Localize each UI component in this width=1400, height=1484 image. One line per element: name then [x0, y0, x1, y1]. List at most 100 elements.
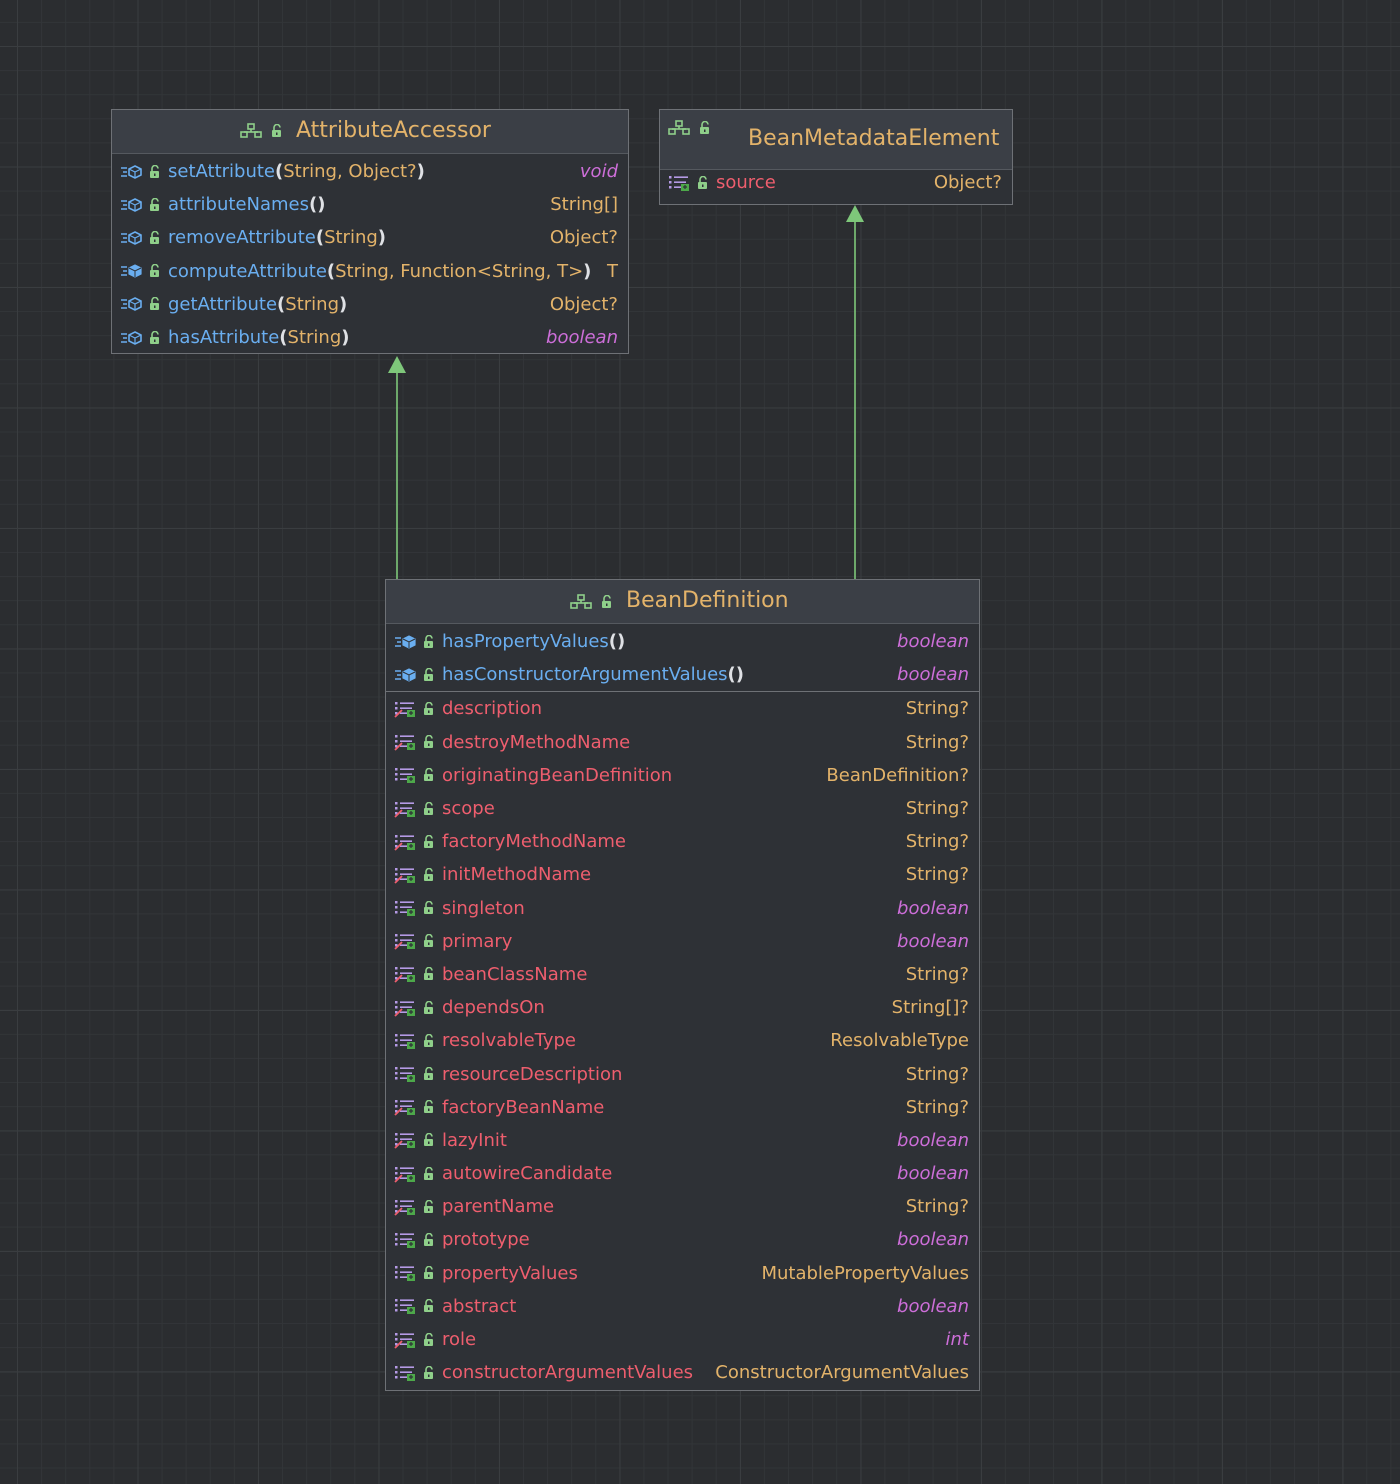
field-name: autowireCandidate — [442, 1163, 613, 1185]
field-name: destroyMethodName — [442, 731, 631, 753]
public-lock-icon — [149, 330, 161, 345]
paren-close: ) — [583, 260, 592, 282]
readonly-property-icon — [394, 1032, 418, 1050]
field-name: parentName — [442, 1196, 555, 1218]
property-icon — [394, 999, 418, 1017]
field-name: propertyValues — [442, 1262, 578, 1284]
public-lock-icon — [423, 1232, 435, 1247]
node-title: AttributeAccessor — [296, 118, 491, 143]
field-type: boolean — [897, 1163, 969, 1185]
field-type: boolean — [897, 1129, 969, 1151]
abstract-method-icon — [120, 230, 144, 246]
edge-beandefinition-to-attributeaccessor — [388, 356, 406, 579]
field-name: factoryMethodName — [442, 831, 626, 853]
field-name: dependsOn — [442, 997, 545, 1019]
field-name: singleton — [442, 897, 525, 919]
field-row[interactable]: prototype boolean — [386, 1223, 979, 1256]
field-row[interactable]: lazyInit boolean — [386, 1124, 979, 1157]
field-type: boolean — [897, 930, 969, 952]
field-row[interactable]: autowireCandidate boolean — [386, 1157, 979, 1190]
public-lock-icon — [423, 867, 435, 882]
node-bean-definition[interactable]: BeanDefinition hasPropertyValues() boolea… — [385, 579, 980, 1391]
field-type: boolean — [897, 1295, 969, 1317]
method-name: attributeNames — [168, 194, 309, 216]
field-row[interactable]: constructorArgumentValues ConstructorArgu… — [386, 1356, 979, 1389]
field-row[interactable]: primary boolean — [386, 925, 979, 958]
node-header: BeanMetadataElement — [660, 110, 1012, 170]
field-name: factoryBeanName — [442, 1096, 605, 1118]
readonly-property-icon — [394, 1264, 418, 1282]
property-icon — [394, 733, 418, 751]
paren-close: ) — [617, 631, 626, 653]
public-lock-icon — [423, 1133, 435, 1147]
field-row[interactable]: source Object? — [660, 166, 1012, 199]
field-row[interactable]: singleton boolean — [386, 892, 979, 925]
method-row[interactable]: attributeNames() String[] — [112, 188, 628, 221]
edge-beandefinition-to-beanmetadataelement — [846, 205, 864, 579]
readonly-property-icon — [394, 1364, 418, 1382]
node-header: AttributeAccessor — [112, 110, 628, 154]
method-row[interactable]: hasPropertyValues() boolean — [386, 625, 979, 658]
field-row[interactable]: factoryBeanName String? — [386, 1091, 979, 1124]
method-row[interactable]: hasConstructorArgumentValues() boolean — [386, 658, 979, 691]
method-row[interactable]: getAttribute(String) Object? — [112, 288, 628, 321]
public-lock-icon — [423, 1199, 435, 1214]
field-row[interactable]: factoryMethodName String? — [386, 825, 979, 858]
return-type: boolean — [546, 327, 618, 349]
readonly-property-icon — [394, 1297, 418, 1315]
field-row[interactable]: resolvableType ResolvableType — [386, 1024, 979, 1057]
paren-open: ( — [315, 227, 325, 249]
method-row[interactable]: hasAttribute(String) boolean — [112, 321, 628, 354]
field-row[interactable]: initMethodName String? — [386, 858, 979, 891]
method-row[interactable]: setAttribute(String, Object?) void — [112, 155, 628, 188]
field-type: int — [945, 1329, 969, 1351]
paren-close: ) — [416, 161, 425, 183]
field-name: resourceDescription — [442, 1063, 623, 1085]
public-lock-icon — [149, 197, 161, 212]
method-params: String, Function<String, T> — [335, 260, 584, 282]
paren-open: ( — [727, 664, 736, 686]
public-lock-icon — [423, 1266, 435, 1280]
public-lock-icon — [423, 768, 435, 782]
field-row[interactable]: propertyValues MutablePropertyValues — [386, 1257, 979, 1290]
field-name: constructorArgumentValues — [442, 1362, 694, 1384]
field-type: String? — [905, 798, 969, 820]
field-name: initMethodName — [442, 864, 592, 886]
return-type: Object? — [549, 293, 618, 315]
readonly-property-icon — [394, 899, 418, 917]
property-icon — [394, 932, 418, 950]
field-row[interactable]: abstract boolean — [386, 1290, 979, 1323]
public-lock-icon — [699, 121, 711, 135]
field-row[interactable]: description String? — [386, 692, 979, 725]
field-row[interactable]: originatingBeanDefinition BeanDefinition? — [386, 759, 979, 792]
field-name: primary — [442, 930, 513, 952]
field-row[interactable]: beanClassName String? — [386, 958, 979, 991]
property-icon — [394, 965, 418, 984]
node-attribute-accessor[interactable]: AttributeAccessor setAttribute(String, O… — [111, 109, 629, 354]
methods-list: setAttribute(String, Object?) void attribu… — [112, 154, 628, 354]
method-name: hasAttribute — [168, 327, 280, 349]
field-row[interactable]: resourceDescription String? — [386, 1057, 979, 1090]
field-type: String? — [905, 864, 969, 886]
method-row[interactable]: removeAttribute(String) Object? — [112, 221, 628, 254]
return-type: String[] — [550, 194, 618, 216]
public-lock-icon — [423, 967, 435, 981]
method-row[interactable]: computeAttribute(String, Function<String… — [112, 255, 628, 288]
property-icon — [394, 866, 418, 884]
field-row[interactable]: dependsOn String[]? — [386, 991, 979, 1024]
field-type: boolean — [897, 1229, 969, 1251]
field-row[interactable]: role int — [386, 1323, 979, 1356]
field-name: prototype — [442, 1229, 530, 1251]
node-header: BeanDefinition — [386, 580, 979, 624]
method-params: String — [287, 327, 342, 349]
field-type: MutablePropertyValues — [761, 1262, 969, 1284]
field-name: originatingBeanDefinition — [442, 764, 673, 786]
public-lock-icon — [423, 1033, 435, 1048]
interface-icon — [668, 120, 690, 136]
field-row[interactable]: scope String? — [386, 792, 979, 825]
public-lock-icon — [423, 934, 435, 948]
node-bean-metadata-element[interactable]: BeanMetadataElement source Object? — [659, 109, 1013, 205]
field-row[interactable]: destroyMethodName String? — [386, 726, 979, 759]
field-row[interactable]: parentName String? — [386, 1190, 979, 1223]
public-lock-icon — [423, 667, 435, 682]
